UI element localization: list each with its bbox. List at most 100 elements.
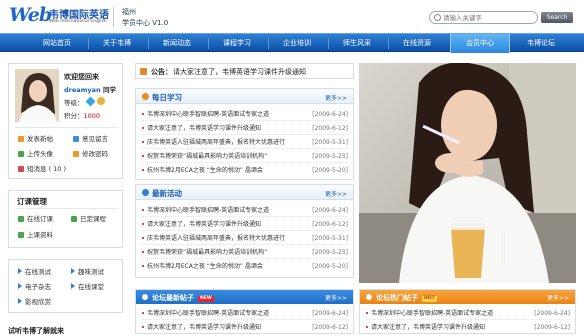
- speaker-icon: [140, 68, 147, 75]
- more-link[interactable]: 更多>>: [325, 93, 347, 102]
- bullet-icon: [142, 113, 144, 115]
- panel-header: 每日学习 更多>>: [136, 89, 353, 104]
- new-badge: NEW: [198, 296, 214, 302]
- header: Web 韦博国际英语 Web International English 福州 …: [0, 0, 584, 33]
- student-photo: [359, 63, 576, 283]
- nav-corporate[interactable]: 企业培训: [268, 34, 326, 53]
- section-title: 订课管理: [17, 197, 47, 206]
- e-magazine-link[interactable]: 电子杂志: [18, 281, 51, 291]
- upload-avatar-link[interactable]: 上传头像: [18, 148, 53, 158]
- list-item[interactable]: 庆韦博英语入驻福城两周年盛典，报名特大优惠进行 [2009-5-31]: [142, 136, 348, 149]
- nav-resources[interactable]: 在线资源: [388, 34, 446, 53]
- item-date: [2009-6-24]: [312, 207, 348, 214]
- list-item[interactable]: 请大家注意了，韦博英语学习课件升级通知 [2009-6-12]: [142, 218, 348, 231]
- search-button[interactable]: Search: [541, 12, 573, 23]
- list-item[interactable]: 杭州韦博2月ECA之夜 “生命的悦动” 晶酒会 [2009-5-20]: [142, 260, 348, 273]
- username: dreamyan 同学: [64, 84, 116, 94]
- bullet-icon: [366, 326, 368, 328]
- nav-news[interactable]: 新闻动态: [148, 34, 206, 53]
- list-item[interactable]: 请大家注意了，韦博英语学习课件升级通知 [2009-6-12]: [366, 321, 570, 334]
- list-item[interactable]: 请大家注意了，韦博英语学习课件升级通知 [2009-6-12]: [142, 122, 348, 135]
- online-test-link[interactable]: 在线测试: [18, 266, 51, 276]
- online-class-link[interactable]: 在线课堂: [71, 281, 104, 291]
- avatar[interactable]: [15, 69, 59, 122]
- forum-icon: [366, 294, 372, 300]
- panel-header: 最新活动 更多>>: [136, 185, 353, 200]
- item-date: [2009-5-25]: [312, 153, 348, 160]
- online-class-label: 在线课堂: [78, 283, 104, 291]
- list-item[interactable]: 杭州韦博2月ECA之夜 “生命的悦动” 晶酒会 [2009-5-20]: [142, 164, 348, 177]
- fun-test-link[interactable]: 趣味测试: [71, 266, 104, 276]
- more-link[interactable]: 更多>>: [325, 293, 347, 302]
- more-link[interactable]: 更多>>: [547, 293, 569, 302]
- list-item[interactable]: 祝贺韦博荣获“福城最具影响力英语培训机构” [2009-5-25]: [142, 246, 348, 259]
- class-materials-link[interactable]: 上课资料: [18, 229, 53, 239]
- key-icon: [73, 151, 79, 157]
- user-role: 同学: [102, 86, 116, 94]
- item-date: [2009-6-12]: [312, 125, 348, 132]
- item-title: 请大家注意了，韦博英语学习课件升级通知: [147, 324, 262, 331]
- item-date: [2009-6-12]: [312, 324, 348, 331]
- logo-mark[interactable]: Web: [9, 4, 52, 26]
- list-item[interactable]: 请大家注意了，韦博英语学习课件升级通知 [2009-6-12]: [142, 321, 348, 334]
- e-magazine-label: 电子杂志: [25, 283, 51, 291]
- logo-english-name: Web International English: [49, 19, 107, 24]
- messages-link[interactable]: 短消息 ( 10 ): [18, 163, 66, 173]
- change-password-link[interactable]: 修改密码: [73, 148, 108, 158]
- points-row: 积分：1000: [64, 110, 100, 120]
- calendar-icon: [18, 216, 24, 222]
- item-title: 韦博深圳中心联手智联招聘-英语面试专家之道: [147, 111, 270, 118]
- item-title: 韦博深圳中心联手智联招聘-英语面试专家之道: [147, 207, 270, 214]
- more-link[interactable]: 更多>>: [325, 189, 347, 198]
- item-title: 杭州韦博2月ECA之夜 “生命的悦动” 晶酒会: [147, 263, 263, 270]
- level-diamond-icon: [85, 96, 96, 107]
- nav-forum[interactable]: 韦博论坛: [512, 34, 570, 53]
- forum-icon: [142, 294, 148, 300]
- panel-title: 论坛热门帖子: [376, 294, 418, 302]
- divider: [15, 127, 118, 128]
- list-item[interactable]: 韦博深圳中心联手智联招聘-英语面试专家之道 [2009-6-24]: [142, 108, 348, 121]
- center-label: 学员中心 V1.0: [122, 19, 169, 27]
- arrow-right-icon: [18, 283, 22, 289]
- list-item[interactable]: 韦博深圳中心联手智联招聘-英语面试专家之道 [2009-6-24]: [142, 307, 348, 320]
- arrow-right-icon: [71, 283, 75, 289]
- item-title: 请大家注意了，韦博英语学习课件升级通知: [147, 221, 262, 228]
- nav-about[interactable]: 关于韦博: [88, 34, 146, 53]
- booked-courses-link[interactable]: 已定课程: [71, 213, 106, 223]
- nav-showcase[interactable]: 师生风采: [328, 34, 386, 53]
- upload-avatar-label: 上传头像: [27, 150, 53, 158]
- nav-member-center[interactable]: 会员中心: [450, 34, 510, 53]
- bullet-icon: [366, 312, 368, 314]
- item-title: 杭州韦博2月ECA之夜 “生命的悦动” 晶酒会: [147, 167, 263, 174]
- book-icon: [142, 93, 149, 100]
- search-input[interactable]: [443, 13, 535, 23]
- notice-text[interactable]: 请大家注意了，韦博英语学习课件升级通知: [173, 67, 306, 77]
- username-value[interactable]: dreamyan: [64, 86, 101, 94]
- item-date: [2009-5-31]: [312, 235, 348, 242]
- item-date: [2009-6-12]: [312, 221, 348, 228]
- banner-photo[interactable]: [359, 63, 576, 283]
- bullet-icon: [142, 237, 144, 239]
- nav-courses[interactable]: 课程学习: [208, 34, 266, 53]
- list-item[interactable]: 庆韦博英语入驻福城两周年盛典，报名特大优惠进行 [2009-5-31]: [142, 232, 348, 245]
- feedback-link[interactable]: 意见留言: [73, 133, 108, 143]
- item-date: [2009-5-25]: [312, 249, 348, 256]
- booked-courses-label: 已定课程: [80, 215, 106, 223]
- movies-link[interactable]: 影视欣赏: [18, 296, 51, 306]
- list-item[interactable]: 祝贺韦博荣获“福城最具影响力英语培训机构” [2009-5-25]: [142, 150, 348, 163]
- panel-title-wrap: 论坛最新帖子 NEW: [152, 293, 214, 303]
- list-item[interactable]: 韦博深圳中心联手智联招聘-英语面试专家之道 [2009-6-24]: [142, 204, 348, 217]
- trial-heading[interactable]: 试听韦博了解就来: [8, 326, 64, 336]
- pencil-icon: [18, 136, 24, 142]
- nav-home[interactable]: 网站首页: [28, 34, 86, 53]
- new-post-link[interactable]: 发表新帖: [18, 133, 53, 143]
- item-date: [2009-6-24]: [312, 111, 348, 118]
- online-booking-link[interactable]: 在线订课: [18, 213, 53, 223]
- forum-latest-panel: 论坛最新帖子 NEW 更多>> 韦博深圳中心联手智联招聘-英语面试专家之道 [200…: [135, 289, 354, 334]
- bullet-icon: [142, 169, 144, 171]
- panel-title: 论坛最新帖子: [152, 294, 194, 302]
- new-post-label: 发表新帖: [27, 135, 53, 143]
- list-item[interactable]: 韦博深圳中心联手智联招聘-英语面试专家之道 [2009-6-24]: [366, 307, 570, 320]
- points-value: 1000: [83, 112, 101, 120]
- panel-header: 论坛热门帖子 HOT 更多>>: [360, 290, 575, 304]
